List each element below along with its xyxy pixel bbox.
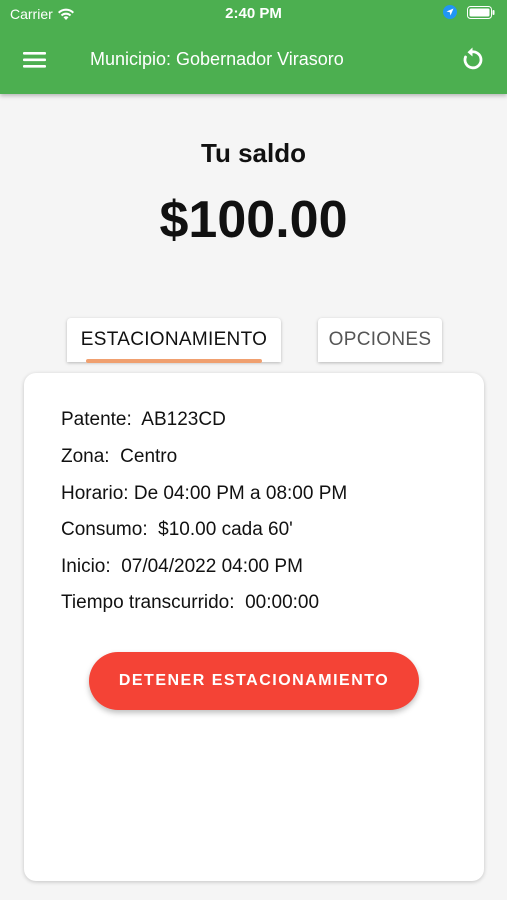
stop-parking-button[interactable]: DETENER ESTACIONAMIENTO [89,652,419,710]
patente-value: AB123CD [141,409,226,430]
consumo-row: Consumo: $10.00 cada 60' [61,519,293,541]
status-bar: Carrier 2:40 PM [0,0,507,28]
balance-label: Tu saldo [201,138,306,168]
inicio-label: Inicio: [61,556,111,577]
page-title: Municipio: Gobernador Virasoro [90,49,344,69]
horario-label: Horario: [61,483,129,504]
patente-label: Patente: [61,409,132,430]
refresh-icon [463,47,483,70]
menu-button[interactable] [20,47,50,73]
consumo-label: Consumo: [61,519,148,540]
tiempo-value: 00:00:00 [245,592,320,613]
app-header: Carrier 2:40 PM Municipio: Gobernador Vi… [0,0,507,94]
tiempo-label: Tiempo transcurrido: [61,592,235,613]
horario-value: De 04:00 PM a 08:00 PM [133,483,348,504]
zona-value: Centro [120,446,178,467]
tab-opciones[interactable]: OPCIONES [318,318,442,362]
status-indicators [443,5,495,19]
balance-amount: $100.00 [159,191,348,249]
battery-icon [467,5,495,19]
tab-estacionamiento[interactable]: ESTACIONAMIENTO [67,318,281,362]
inicio-row: Inicio: 07/04/2022 04:00 PM [61,556,303,578]
location-icon [443,5,457,19]
inicio-value: 07/04/2022 04:00 PM [121,556,303,577]
patente-row: Patente: AB123CD [61,409,226,431]
horario-row: Horario: De 04:00 PM a 08:00 PM [61,483,347,505]
hamburger-menu-icon [23,52,46,68]
consumo-value: $10.00 cada 60' [158,519,293,540]
zona-label: Zona: [61,446,110,467]
active-tab-indicator [86,359,262,363]
status-time: 2:40 PM [225,5,282,22]
zona-row: Zona: Centro [61,446,177,468]
refresh-button[interactable] [457,45,487,75]
tiempo-row: Tiempo transcurrido: 00:00:00 [61,592,319,614]
